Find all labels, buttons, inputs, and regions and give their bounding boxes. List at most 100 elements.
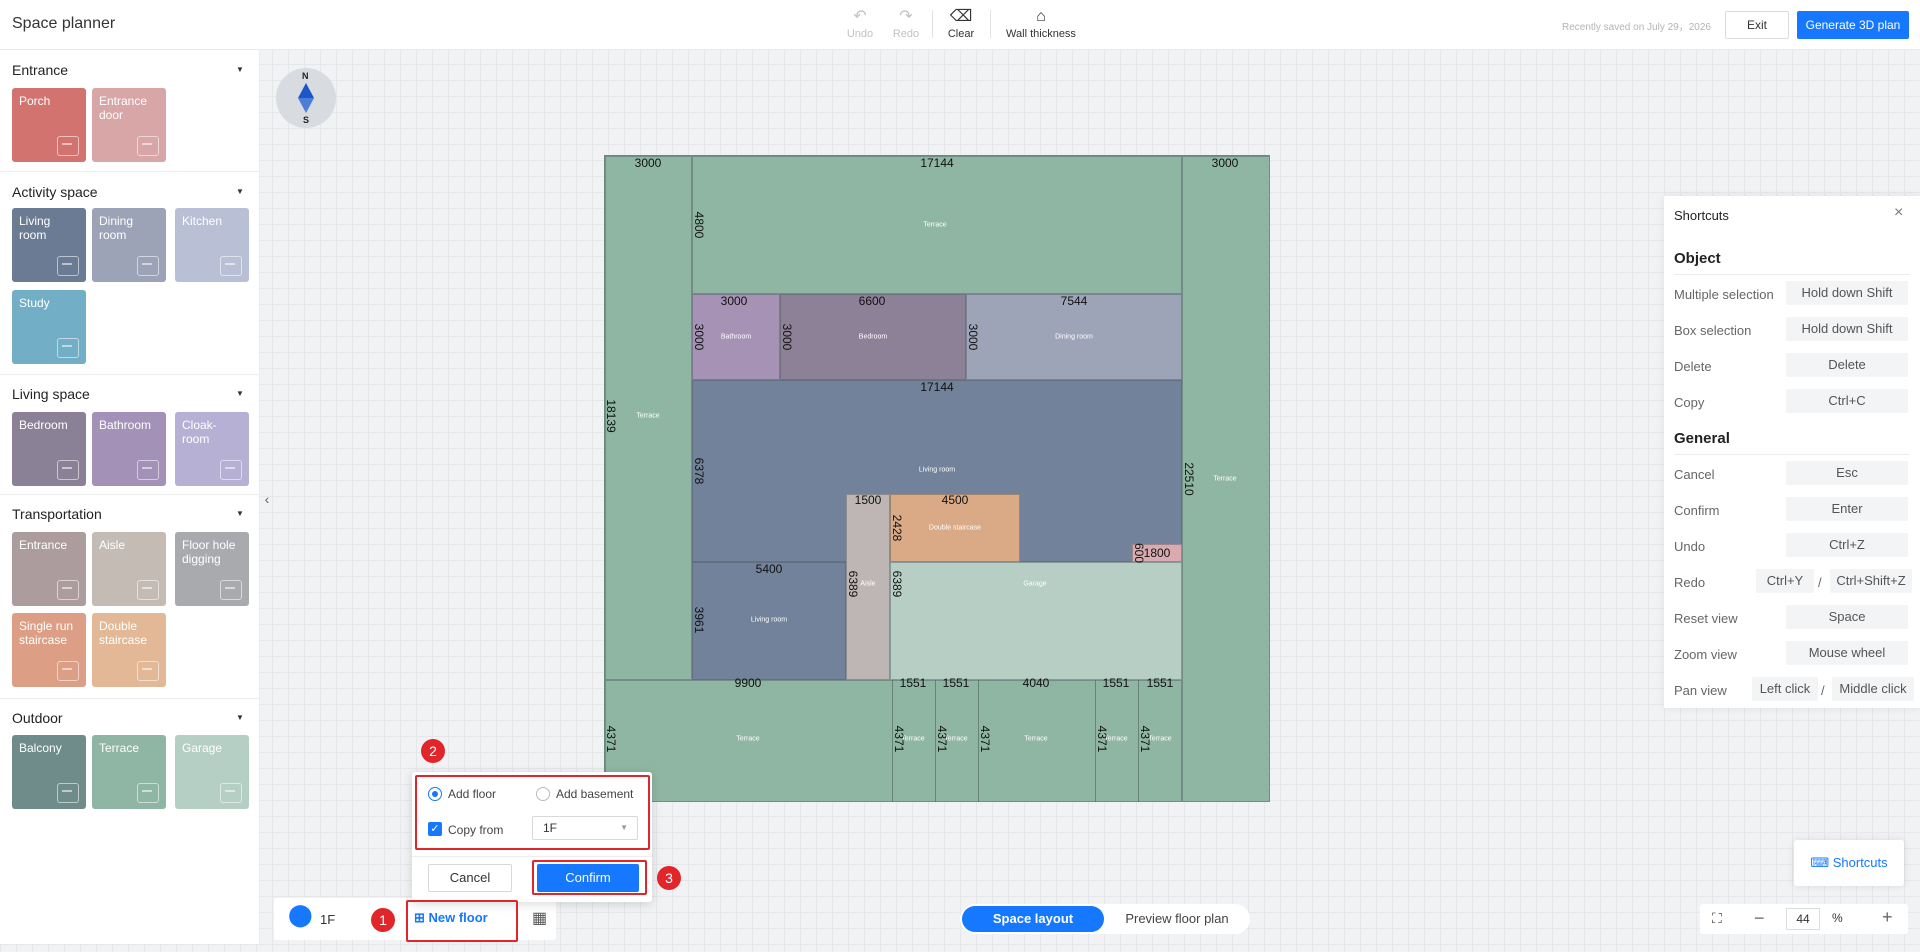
room-label: Double staircase — [928, 524, 982, 532]
shortcut-name: Multiple selection — [1674, 287, 1774, 302]
tile-entrance-door[interactable]: Entrance door — [92, 88, 166, 162]
collapse-caret-icon[interactable]: ▼ — [236, 389, 244, 398]
shortcut-key: Hold down Shift — [1786, 317, 1908, 341]
category-title: Living space — [12, 386, 90, 402]
shortcuts-toggle-button[interactable]: ⌨ Shortcuts — [1794, 840, 1904, 886]
shortcut-name: Copy — [1674, 395, 1705, 410]
highlight-box-options — [415, 775, 650, 850]
tile-bathroom[interactable]: Bathroom — [92, 412, 166, 486]
category-divider — [0, 374, 260, 375]
door-icon — [57, 136, 79, 156]
shortcuts-section-title: Object — [1674, 250, 1721, 267]
dimension-label: 6389 — [846, 570, 860, 598]
zoom-in-icon[interactable]: + — [1882, 907, 1893, 928]
house-icon: ⌂ — [1036, 8, 1046, 25]
compass-needle-south — [298, 98, 314, 113]
collapse-caret-icon[interactable]: ▼ — [236, 509, 244, 518]
tile-dining-room[interactable]: Dining room — [92, 208, 166, 282]
dimension-label: 4500 — [941, 493, 969, 507]
tile-entrance[interactable]: Entrance — [12, 532, 86, 606]
shortcut-name: Delete — [1674, 359, 1712, 374]
dimension-label: 6378 — [692, 457, 706, 485]
step-badge-3: 3 — [657, 866, 681, 890]
app: Space planner ↶ Undo ↷ Redo ⌫ Clear ⌂ Wa… — [0, 0, 1920, 952]
dimension-label: 1800 — [1143, 546, 1171, 560]
dimension-label: 4371 — [892, 725, 906, 753]
double-stair-icon — [137, 661, 159, 681]
zoom-unit: % — [1832, 911, 1843, 925]
shortcut-key: Esc — [1786, 461, 1908, 485]
room-label: Terrace — [736, 735, 760, 743]
tile-balcony[interactable]: Balcony — [12, 735, 86, 809]
redo-button[interactable]: ↷ Redo — [888, 6, 924, 40]
compass-icon: N S — [276, 68, 336, 128]
tile-porch[interactable]: Porch — [12, 88, 86, 162]
dimension-label: 3000 — [966, 323, 980, 351]
dimension-label: 3000 — [720, 294, 748, 308]
zoom-control: ⛶ − 44 % + — [1700, 904, 1908, 934]
room-label: Bathroom — [720, 333, 752, 341]
wall-thickness-button[interactable]: ⌂ Wall thickness — [1002, 6, 1080, 40]
generate-3d-button[interactable]: Generate 3D plan — [1797, 11, 1909, 39]
dimension-label: 1500 — [854, 493, 882, 507]
shortcut-name: Pan view — [1674, 683, 1727, 698]
tab-space-layout[interactable]: Space layout — [962, 906, 1104, 932]
balcony-icon — [57, 783, 79, 803]
undo-button[interactable]: ↶ Undo — [842, 6, 878, 40]
exit-button[interactable]: Exit — [1725, 11, 1789, 39]
dimension-label: 22510 — [1182, 462, 1196, 496]
step-badge-1: 1 — [371, 908, 395, 932]
shortcut-name: Zoom view — [1674, 647, 1737, 662]
shortcut-key: Ctrl+Y — [1756, 569, 1814, 593]
collapse-caret-icon[interactable]: ▼ — [236, 713, 244, 722]
room-palette-sidebar: Entrance ▼ Porch Entrance door Activity … — [0, 50, 260, 944]
tile-terrace[interactable]: Terrace — [92, 735, 166, 809]
clear-button[interactable]: ⌫ Clear — [944, 6, 978, 40]
tile-double-staircase[interactable]: Double staircase — [92, 613, 166, 687]
fit-view-icon[interactable]: ⛶ — [1712, 910, 1722, 927]
collapse-caret-icon[interactable]: ▼ — [236, 187, 244, 196]
shortcuts-title: Shortcuts — [1674, 208, 1729, 223]
step-badge-2: 2 — [421, 739, 445, 763]
current-floor-label[interactable]: 1F — [320, 912, 335, 927]
cancel-button[interactable]: Cancel — [428, 864, 512, 892]
tile-floor-hole-digging[interactable]: Floor hole digging — [175, 532, 249, 606]
floor-manage-icon[interactable]: ▦ — [532, 908, 547, 928]
category-title: Activity space — [12, 184, 98, 200]
top-bar: Space planner ↶ Undo ↷ Redo ⌫ Clear ⌂ Wa… — [0, 0, 1920, 50]
tile-kitchen[interactable]: Kitchen — [175, 208, 249, 282]
category-title: Transportation — [12, 506, 102, 522]
floor-plan-canvas[interactable]: Terrace Terrace Terrace Bathroom Bedroom… — [604, 155, 1270, 802]
tile-single-run-staircase[interactable]: Single run staircase — [12, 613, 86, 687]
zoom-out-icon[interactable]: − — [1754, 908, 1765, 929]
collapse-caret-icon[interactable]: ▼ — [236, 65, 244, 74]
room-label: Dining room — [1055, 333, 1093, 341]
dimension-label: 2428 — [890, 514, 904, 542]
sofa-icon — [57, 256, 79, 276]
shortcut-separator: / — [1818, 575, 1822, 590]
zoom-input[interactable]: 44 — [1786, 908, 1820, 930]
dimension-label: 6389 — [890, 570, 904, 598]
close-icon[interactable]: × — [1894, 204, 1903, 222]
tile-study[interactable]: Study — [12, 290, 86, 364]
tile-cloak-room[interactable]: Cloak-room — [175, 412, 249, 486]
tile-bedroom[interactable]: Bedroom — [12, 412, 86, 486]
sidebar-collapse-button[interactable]: ‹ — [260, 484, 274, 514]
sun-icon — [137, 783, 159, 803]
undo-icon: ↶ — [853, 8, 867, 25]
tile-living-room[interactable]: Living room — [12, 208, 86, 282]
hole-icon — [220, 580, 242, 600]
dimension-label: 3000 — [692, 323, 706, 351]
redo-icon: ↷ — [899, 8, 913, 25]
shortcuts-panel: Shortcuts × Object Multiple selection Ho… — [1664, 196, 1920, 708]
save-status: Recently saved on July 29，2026 — [1562, 22, 1711, 33]
dimension-label: 3000 — [1211, 156, 1239, 170]
dimension-label: 4371 — [978, 725, 992, 753]
category-title: Entrance — [12, 62, 69, 78]
tile-garage[interactable]: Garage — [175, 735, 249, 809]
keypad-door-icon — [137, 136, 159, 156]
tab-preview-floor-plan[interactable]: Preview floor plan — [1110, 906, 1244, 932]
car-icon — [220, 783, 242, 803]
tile-aisle[interactable]: Aisle — [92, 532, 166, 606]
category-divider — [0, 171, 260, 172]
